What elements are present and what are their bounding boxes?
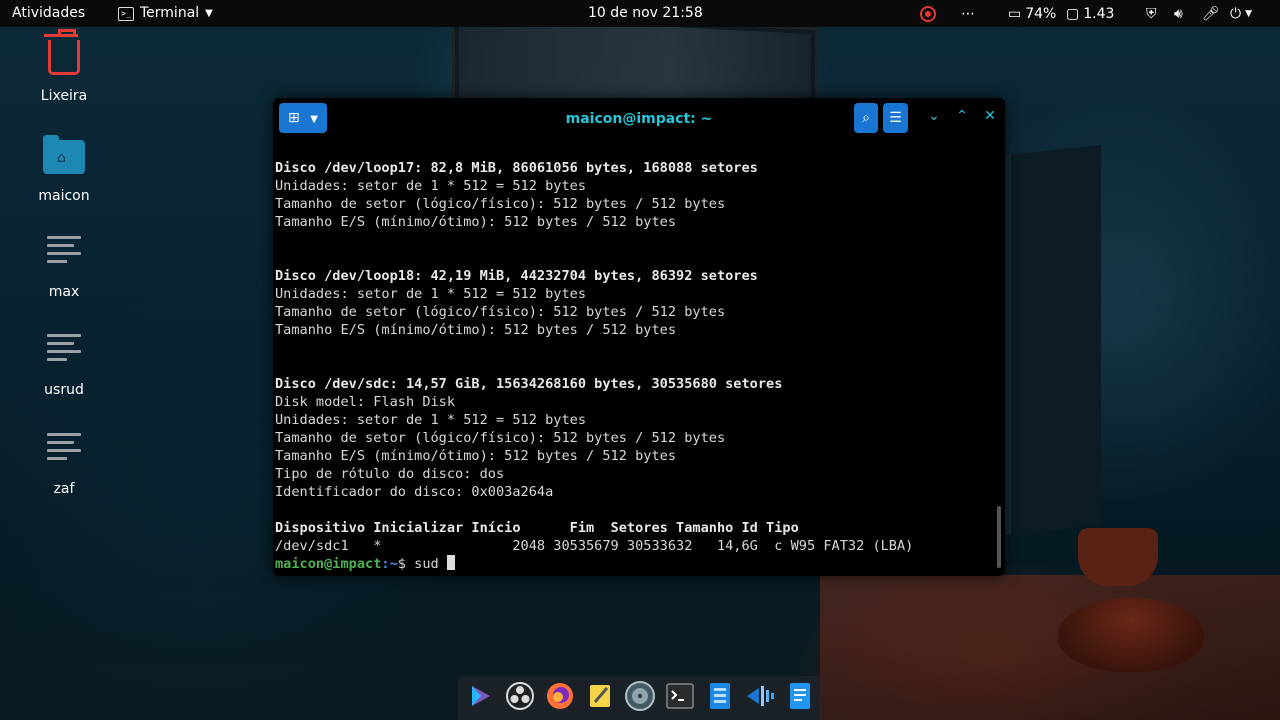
terminal-line: Tamanho E/S (mínimo/ótimo): 512 bytes / …: [275, 214, 677, 230]
terminal-icon[interactable]: [664, 680, 696, 712]
app-menu-button[interactable]: >_ Terminal ▼: [118, 5, 213, 22]
text-editor-icon[interactable]: [584, 680, 616, 712]
trash-icon: [42, 29, 86, 84]
monitor-icon: ▢: [1066, 5, 1080, 22]
desktop-icon-maicon[interactable]: ⌂ maicon: [14, 134, 114, 204]
document-viewer-icon[interactable]: [784, 680, 816, 712]
chevron-down-icon: ⌄: [928, 108, 940, 124]
text-file-icon: [42, 433, 86, 477]
shield-icon[interactable]: ⛨: [1146, 4, 1157, 23]
system-load-indicator[interactable]: ▢ 1.43: [1066, 4, 1114, 23]
files-icon[interactable]: [704, 680, 736, 712]
terminal-line: /dev/sdc1 * 2048 30535679 30533632 14,6G…: [275, 538, 914, 554]
terminal-line: Identificador do disco: 0x003a264a: [275, 484, 554, 500]
home-folder-icon: ⌂: [42, 135, 86, 184]
prompt-path: :~: [381, 556, 398, 572]
background-monitor-right: [1005, 144, 1101, 536]
desktop-icon-label: usrud: [44, 382, 84, 398]
battery-icon: ▭: [1008, 5, 1022, 22]
terminal-line: Tamanho de setor (lógico/físico): 512 by…: [275, 430, 726, 446]
app-launcher-icon[interactable]: [464, 680, 496, 712]
desktop-icon-label: max: [48, 284, 80, 300]
search-button[interactable]: ⌕: [854, 103, 878, 133]
prompt-user: maicon@impact: [275, 556, 382, 572]
system-load-value: 1.43: [1083, 5, 1115, 22]
command-input[interactable]: sud: [414, 556, 439, 572]
terminal-window[interactable]: ⊞ ▼ maicon@impact: ~ ⌕ ☰ ⌄ ⌃ ✕ Disco /de…: [273, 98, 1005, 576]
desktop-icon-usrud[interactable]: usrud: [14, 332, 114, 398]
desktop-icon-max[interactable]: max: [14, 234, 114, 300]
obs-studio-icon[interactable]: [504, 680, 536, 712]
terminal-line: Unidades: setor de 1 * 512 = 512 bytes: [275, 412, 586, 428]
menu-button[interactable]: ☰: [883, 103, 908, 133]
activities-button[interactable]: Atividades: [12, 5, 85, 22]
more-icon[interactable]: ⋯: [961, 4, 975, 23]
terminal-line: Tamanho de setor (lógico/físico): 512 by…: [275, 304, 726, 320]
background-cup: [1078, 528, 1158, 586]
terminal-line: Tamanho E/S (mínimo/ótimo): 512 bytes / …: [275, 448, 677, 464]
background-bowl: [1058, 598, 1204, 672]
close-button[interactable]: ✕: [980, 108, 1000, 124]
chevron-up-icon: ⌃: [956, 108, 968, 124]
terminal-line: Tipo de rótulo do disco: dos: [275, 466, 505, 482]
terminal-line: Unidades: setor de 1 * 512 = 512 bytes: [275, 178, 586, 194]
dock: [458, 676, 822, 720]
maximize-button[interactable]: ⌃: [952, 108, 972, 124]
terminal-line: Disk model: Flash Disk: [275, 394, 456, 410]
terminal-line: Disco /dev/sdc: 14,57 GiB, 15634268160 b…: [275, 376, 783, 392]
search-icon: ⌕: [862, 110, 870, 126]
hamburger-menu-icon: ☰: [889, 110, 902, 126]
top-bar: Atividades >_ Terminal ▼ 10 de nov 21:58…: [0, 0, 1280, 27]
desktop-icon-label: maicon: [38, 188, 90, 204]
audio-editor-icon[interactable]: [744, 680, 776, 712]
battery-indicator[interactable]: ▭ 74%: [1008, 4, 1056, 23]
terminal-scrollbar[interactable]: [997, 506, 1001, 568]
firefox-icon[interactable]: [544, 680, 576, 712]
prompt-line[interactable]: maicon@impact:~$ sud: [275, 555, 995, 573]
power-menu[interactable]: ⏻ ▼: [1230, 4, 1252, 23]
terminal-line: Disco /dev/loop17: 82,8 MiB, 86061056 by…: [275, 160, 758, 176]
prompt-symbol: $: [397, 556, 415, 572]
screen-recorder-icon[interactable]: [920, 4, 936, 23]
text-cursor: [446, 555, 455, 570]
text-file-icon: [42, 334, 86, 378]
power-icon: ⏻: [1230, 5, 1242, 22]
clock[interactable]: 10 de nov 21:58: [588, 5, 703, 22]
text-file-icon: [42, 236, 86, 280]
minimize-button[interactable]: ⌄: [924, 108, 944, 124]
close-icon: ✕: [984, 108, 996, 124]
microphone-icon[interactable]: 🎤︎: [1202, 4, 1220, 23]
disk-usage-icon[interactable]: [624, 680, 656, 712]
volume-icon[interactable]: 🔊︎: [1174, 4, 1183, 23]
terminal-line: Dispositivo Inicializar Início Fim Setor…: [275, 520, 799, 536]
terminal-line: Unidades: setor de 1 * 512 = 512 bytes: [275, 286, 586, 302]
terminal-titlebar[interactable]: ⊞ ▼ maicon@impact: ~ ⌕ ☰ ⌄ ⌃ ✕: [273, 98, 1005, 140]
terminal-line: Tamanho de setor (lógico/físico): 512 by…: [275, 196, 726, 212]
terminal-icon: >_: [118, 6, 134, 21]
terminal-line: Tamanho E/S (mínimo/ótimo): 512 bytes / …: [275, 322, 677, 338]
terminal-line: Disco /dev/loop18: 42,19 MiB, 44232704 b…: [275, 268, 758, 284]
desktop-icon-lixeira[interactable]: Lixeira: [14, 29, 114, 104]
terminal-output[interactable]: Disco /dev/loop17: 82,8 MiB, 86061056 by…: [275, 159, 995, 573]
desktop-icon-label: Lixeira: [40, 88, 88, 104]
desktop-icon-label: zaf: [53, 481, 75, 497]
app-menu-label: Terminal: [140, 5, 200, 21]
battery-percent: 74%: [1025, 5, 1057, 22]
chevron-down-icon: ▼: [205, 8, 213, 19]
desktop-icon-zaf[interactable]: zaf: [14, 431, 114, 497]
background-desk: [820, 575, 1280, 720]
chevron-down-icon: ▼: [1245, 8, 1252, 19]
